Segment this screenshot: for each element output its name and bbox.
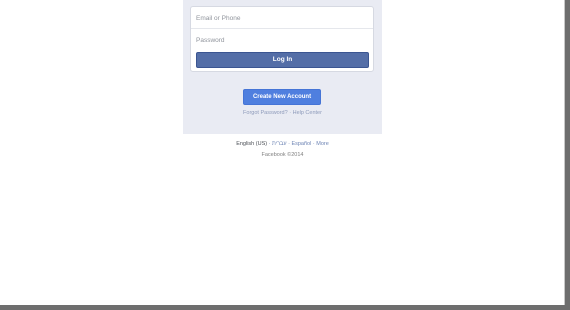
email-field[interactable] bbox=[191, 8, 373, 28]
window-right-border bbox=[565, 0, 570, 310]
language-hebrew-link[interactable]: עברית bbox=[272, 141, 287, 147]
help-center-link[interactable]: Help Center bbox=[293, 110, 322, 116]
language-separator: · bbox=[268, 141, 271, 147]
language-selector: English (US) · עברית · Español · More bbox=[183, 141, 382, 147]
language-current: English (US) bbox=[236, 141, 268, 147]
copyright-text: Facebook ©2014 bbox=[261, 152, 304, 158]
window-bottom-border bbox=[0, 305, 570, 310]
language-separator: · bbox=[288, 141, 290, 147]
login-panel: Log In Create New Account Forgot Passwor… bbox=[183, 0, 382, 134]
create-account-button[interactable]: Create New Account bbox=[243, 89, 321, 105]
field-divider bbox=[191, 28, 373, 29]
language-separator: · bbox=[312, 141, 315, 147]
login-button[interactable]: Log In bbox=[196, 52, 369, 68]
help-separator: · bbox=[289, 110, 292, 116]
language-more-link[interactable]: More bbox=[316, 141, 329, 147]
forgot-password-link[interactable]: Forgot Password? bbox=[243, 110, 288, 116]
login-form: Log In bbox=[190, 6, 374, 72]
language-spanish-link[interactable]: Español bbox=[291, 141, 311, 147]
password-field[interactable] bbox=[191, 30, 373, 50]
help-links: Forgot Password? · Help Center bbox=[183, 110, 382, 116]
